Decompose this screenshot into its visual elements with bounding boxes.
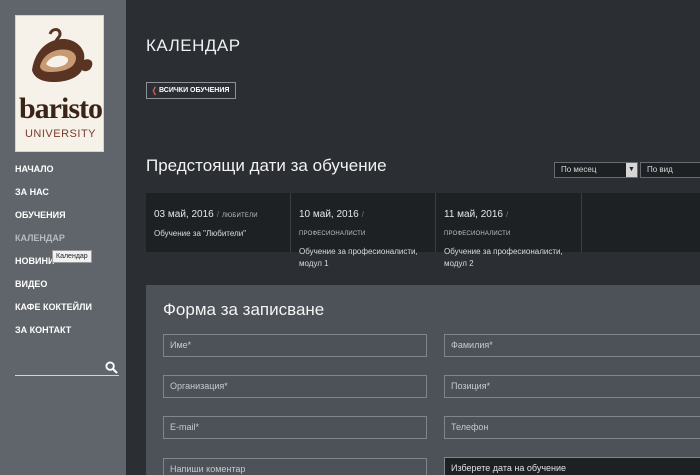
upcoming-title: Предстоящи дати за обучение: [146, 156, 387, 175]
event-card[interactable]: 11 май, 2016/ ПРОФЕСИОНАЛИСТИ Обучение за…: [436, 193, 582, 268]
type-filter-value: По вид: [647, 165, 673, 174]
brand-name: baristo: [19, 92, 103, 125]
event-date: 10 май, 2016: [299, 209, 359, 220]
event-separator: /: [216, 210, 219, 219]
position-field[interactable]: Позиция*: [444, 375, 700, 398]
nav-item-trainings[interactable]: ОБУЧЕНИЯ: [15, 208, 92, 231]
event-card[interactable]: 10 май, 2016/ ПРОФЕСИОНАЛИСТИ Обучение за…: [291, 193, 436, 268]
nav-item-video[interactable]: ВИДЕО: [15, 277, 92, 300]
chevron-left-icon: ❬: [151, 86, 158, 95]
search-icon[interactable]: [105, 361, 118, 374]
event-tag: ЛЮБИТЕЛИ: [221, 213, 258, 219]
type-filter-select[interactable]: По вид: [640, 162, 700, 178]
event-separator: /: [505, 210, 509, 219]
nav-item-contact[interactable]: ЗА КОНТАКТ: [15, 323, 92, 346]
all-trainings-label: ВСИЧКИ ОБУЧЕНИЯ: [159, 87, 230, 94]
training-date-select[interactable]: Изберете дата на обучение: [444, 457, 700, 475]
phone-field[interactable]: Телефон: [444, 416, 700, 439]
search-box: [15, 360, 119, 376]
event-tag: ПРОФЕСИОНАЛИСТИ: [299, 231, 366, 237]
first-name-field[interactable]: Име*: [163, 334, 427, 357]
comment-field[interactable]: Напиши коментар: [163, 458, 427, 475]
page-title: КАЛЕНДАР: [146, 36, 241, 55]
registration-form: Форма за записване Име* Фамилия* Организ…: [146, 285, 700, 475]
month-filter-select[interactable]: По месец ▼: [554, 162, 638, 178]
all-trainings-button[interactable]: ❬ ВСИЧКИ ОБУЧЕНИЯ: [146, 82, 237, 99]
event-date: 11 май, 2016: [444, 209, 503, 220]
events-strip: 03 май, 2016/ЛЮБИТЕЛИ Обучение за "Любит…: [146, 193, 700, 268]
event-description: Обучение за професионалисти, модул 1: [299, 247, 418, 268]
nav-tooltip: Календар: [52, 250, 92, 263]
organization-field[interactable]: Организация*: [163, 375, 427, 398]
event-card[interactable]: 03 май, 2016/ЛЮБИТЕЛИ Обучение за "Любит…: [146, 193, 291, 252]
coffee-cup-icon: [32, 28, 93, 82]
nav-item-about[interactable]: ЗА НАС: [15, 185, 92, 208]
sidebar: baristo UNIVERSITY НАЧАЛО ЗА НАС ОБУЧЕНИ…: [0, 0, 126, 475]
nav-item-coffee-cocktails[interactable]: КАФЕ КОКТЕЙЛИ: [15, 300, 92, 323]
chevron-down-icon: ▼: [626, 163, 637, 177]
search-input[interactable]: [15, 360, 101, 375]
event-date: 03 май, 2016: [154, 209, 214, 220]
month-filter-value: По месец: [561, 165, 597, 174]
email-field[interactable]: E-mail*: [163, 416, 427, 439]
brand-logo[interactable]: baristo UNIVERSITY: [15, 15, 104, 152]
event-description: Обучение за "Любители": [154, 229, 247, 238]
nav-item-home[interactable]: НАЧАЛО: [15, 162, 92, 185]
brand-subtitle: UNIVERSITY: [24, 128, 96, 140]
event-separator: /: [361, 210, 364, 219]
event-tag: ПРОФЕСИОНАЛИСТИ: [444, 231, 511, 237]
last-name-field[interactable]: Фамилия*: [444, 334, 700, 357]
event-description: Обучение за професионалисти, модул 2: [444, 247, 563, 268]
form-title: Форма за записване: [163, 300, 325, 319]
